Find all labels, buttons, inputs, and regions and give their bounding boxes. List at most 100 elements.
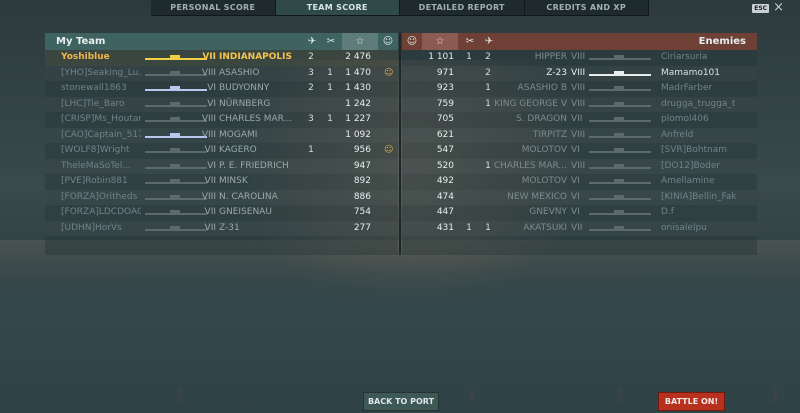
background-sea: [0, 250, 800, 413]
player-name: TheleMaSoTel...: [61, 160, 131, 171]
ship-name: ASASHIO B: [517, 83, 567, 93]
tab-credits-and-xp[interactable]: CREDITS AND XP: [525, 0, 649, 15]
ship-tower: [169, 86, 180, 89]
ship-silhouette-icon: [589, 55, 651, 60]
close-icon[interactable]: ×: [773, 1, 784, 14]
ship-name: GNEVNY: [529, 207, 567, 217]
ship-tier: VII: [202, 52, 216, 62]
player-row[interactable]: [UDHN]HorVs VII Z-31 277: [45, 221, 398, 237]
back-to-port-button[interactable]: BACK TO PORT: [363, 392, 439, 411]
ship-silhouette-icon: [589, 86, 651, 91]
player-name: [DO12]Boder: [661, 160, 721, 171]
ship-tower: [169, 101, 180, 105]
enemy-row[interactable]: 971 2 Z-23 VIII Mamamo101: [402, 66, 757, 82]
buoy: [773, 388, 777, 402]
ship-tower: [613, 179, 624, 182]
ship-name: MOLOTOV: [521, 176, 567, 186]
player-row[interactable]: [YHO]Seaking_Lu... VIII ASASHIO 3 1 1 470 ☺: [45, 66, 398, 82]
enemy-row[interactable]: 492 MOLOTOV VI Amellamine: [402, 174, 757, 190]
player-score: 1 227: [345, 114, 371, 124]
ship-name: Z-31: [219, 222, 240, 233]
enemy-row[interactable]: 923 1 ASASHIO B VIII MadrFarber: [402, 81, 757, 97]
player-score: 447: [436, 207, 454, 217]
panel-divider: [399, 33, 401, 255]
player-row[interactable]: [FORZA]Oritheds VIII N. CAROLINA 886: [45, 190, 398, 206]
ship-tower: [613, 132, 624, 136]
my-team-list: Yoshiblue VII INDIANAPOLIS 2 2 476 [YHO]Seaki…: [45, 50, 398, 236]
ship-tier: VIII: [201, 67, 216, 78]
enemy-row[interactable]: 431 1 1 AKATSUKI VII onisalelpu: [402, 221, 757, 237]
ship-hull: [589, 89, 651, 91]
player-row[interactable]: stonewall1863 VI BUDYONNY 2 1 1 430: [45, 81, 398, 97]
ship-hull: [589, 104, 651, 107]
player-name: [CRISP]Ms_Houtar: [61, 114, 141, 124]
battle-on-button[interactable]: BATTLE ON!: [658, 392, 725, 411]
tab-detailed-report[interactable]: DETAILED REPORT: [400, 0, 525, 15]
ship-tower: [613, 117, 624, 120]
player-row[interactable]: [CRISP]Ms_Houtar VIII CHARLES MAR... 3 1 1 22…: [45, 112, 398, 128]
enemy-row[interactable]: 621 TIRPITZ VIII Anfreld: [402, 128, 757, 144]
enemy-row[interactable]: 759 1 KING GEORGE V VIII drugga_trugga_t: [402, 97, 757, 113]
player-name: Mamamo101: [661, 67, 721, 78]
ship-hull: [589, 197, 651, 200]
player-score: 1 101: [428, 52, 454, 62]
tab-team-score[interactable]: TEAM SCORE: [275, 0, 400, 15]
ship-tower: [613, 225, 624, 229]
ship-silhouette-icon: [589, 70, 651, 76]
player-row[interactable]: TheleMaSoTel... VI P. E. FRIEDRICH 947: [45, 159, 398, 175]
ship-tower: [613, 86, 624, 89]
player-score: 971: [436, 67, 454, 78]
player-score: 892: [353, 176, 371, 186]
smile-icon: ☺: [384, 67, 394, 78]
player-score: 1 092: [345, 129, 371, 140]
ship-tier: VIII: [571, 67, 586, 78]
enemy-row[interactable]: 705 S. DRAGON VII plomol406: [402, 112, 757, 128]
ship-tier: VI: [571, 145, 580, 155]
player-row[interactable]: [CAO]Captain_517 VIII MOGAMI 1 092: [45, 128, 398, 144]
enemies-list: 1 101 1 2 HIPPER VIII Ciriarsuria 971 2 Z-23 VIII…: [402, 50, 757, 236]
player-name: [SVR]Bohtnam: [661, 145, 728, 155]
ship-name: KAGERO: [219, 145, 257, 155]
player-score: 705: [436, 114, 454, 124]
enemy-row[interactable]: 447 GNEVNY VI D.f: [402, 205, 757, 221]
player-score: 1 430: [345, 83, 371, 93]
ship-tower: [169, 225, 180, 229]
ship-silhouette-icon: [589, 210, 651, 215]
tab-personal-score[interactable]: PERSONAL SCORE: [151, 0, 276, 15]
player-name: stonewall1863: [61, 83, 127, 93]
ship-name: ASASHIO: [219, 67, 260, 78]
score-star-icon: ☆: [422, 33, 458, 50]
buoy: [618, 388, 622, 402]
enemy-row[interactable]: 547 MOLOTOV VI [SVR]Bohtnam: [402, 143, 757, 159]
tab-bar: PERSONAL SCORE TEAM SCORE DETAILED REPOR…: [151, 0, 649, 16]
ship-name: S. DRAGON: [515, 114, 567, 124]
player-row[interactable]: [WOLF8]Wright VII KAGERO 1 956 ☺: [45, 143, 398, 159]
ship-silhouette-icon: [589, 179, 651, 184]
ship-tier: VIII: [571, 129, 586, 140]
ship-hull: [589, 213, 651, 215]
player-row[interactable]: Yoshiblue VII INDIANAPOLIS 2 2 476: [45, 50, 398, 66]
ship-name: GNEISENAU: [219, 207, 272, 217]
ship-name: CHARLES MAR...: [219, 114, 293, 124]
buoy: [470, 388, 474, 402]
ship-hull: [589, 73, 651, 76]
enemy-row[interactable]: 474 NEW MEXICO VI [KINIA]Bellin_Fak: [402, 190, 757, 206]
ship-silhouette-icon: [589, 101, 651, 107]
player-row[interactable]: [FORZA]LDCDOAG VII GNEISENAU 754: [45, 205, 398, 221]
ship-hull: [589, 228, 651, 231]
player-row[interactable]: [LHC]Tie_Baro VI NÜRNBERG 1 242: [45, 97, 398, 113]
player-row[interactable]: [PVE]Robin881 VII MINSK 892: [45, 174, 398, 190]
enemy-row[interactable]: 1 101 1 2 HIPPER VIII Ciriarsuria: [402, 50, 757, 66]
enemy-row[interactable]: 520 1 CHARLES MAR... VIII [DO12]Boder: [402, 159, 757, 175]
ship-name: HIPPER: [534, 52, 567, 62]
ship-tower: [613, 148, 624, 151]
ship-name: Z-23: [546, 67, 567, 78]
ship-tier: VII: [571, 114, 583, 124]
ship-silhouette-icon: [589, 163, 651, 169]
ship-tower: [613, 55, 624, 58]
player-score: 886: [353, 191, 371, 202]
enemies-header: ☺ ☆ ✂ ✈ Enemies: [402, 33, 757, 50]
ship-tier: VI: [207, 83, 216, 93]
ship-name: TIRPITZ: [532, 129, 567, 140]
esc-close[interactable]: ESC ×: [752, 1, 784, 14]
